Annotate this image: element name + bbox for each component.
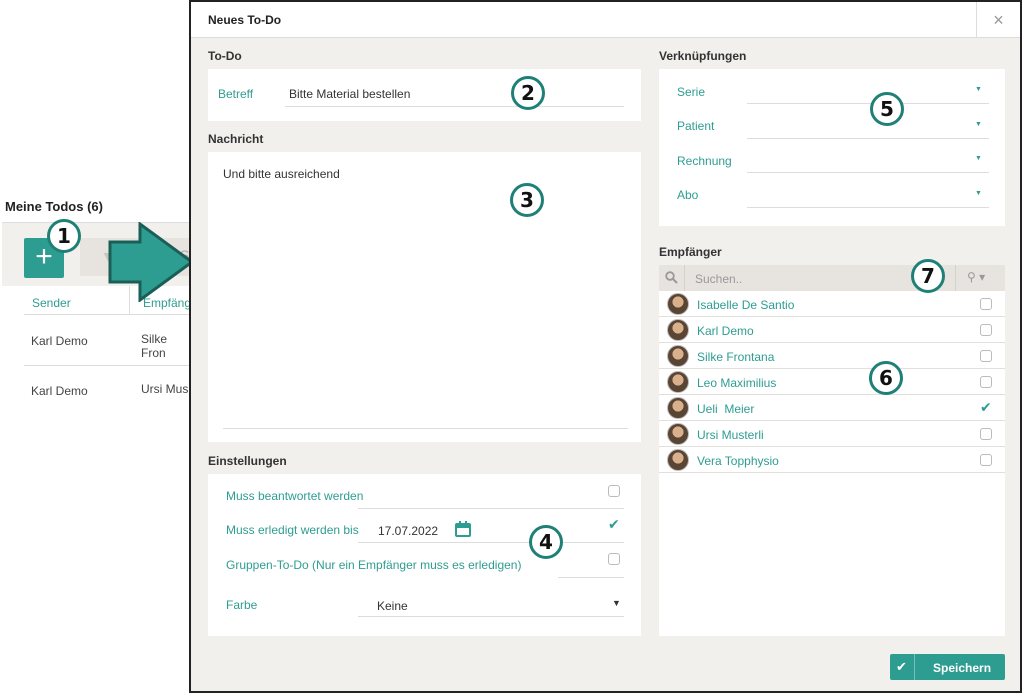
callout-3: 3: [510, 183, 544, 217]
recipient-name: Ursi Musterli: [697, 428, 764, 442]
must-answer-label: Muss beantwortet werden: [226, 489, 364, 503]
recipient-name: Karl Demo: [697, 324, 754, 338]
links-section-label: Verknüpfungen: [659, 49, 747, 63]
links-card: Serie ▼ Patient ▼ Rechnung ▼ Abo ▼: [659, 69, 1005, 226]
save-button[interactable]: ✔ Speichern: [890, 654, 1005, 680]
message-textarea[interactable]: Und bitte ausreichend: [208, 152, 641, 442]
table-row-recipient[interactable]: Ursi Mus: [141, 382, 188, 396]
table-row-recipient[interactable]: Silke Fron: [141, 332, 190, 360]
recipient-name: Silke Frontana: [697, 350, 775, 364]
filter-icon[interactable]: ⚲ ▾: [967, 270, 985, 284]
close-icon[interactable]: ×: [976, 2, 1020, 38]
group-todo-checkbox[interactable]: [608, 553, 620, 565]
recipient-row[interactable]: Ursi Musterli: [659, 421, 1005, 447]
callout-2: 2: [511, 76, 545, 110]
avatar: [667, 397, 689, 419]
recipient-row[interactable]: Isabelle De Santio: [659, 291, 1005, 317]
message-section-label: Nachricht: [208, 132, 264, 146]
settings-card: Muss beantwortet werden Muss erledigt we…: [208, 474, 641, 636]
callout-1: 1: [47, 219, 81, 253]
must-done-checkbox[interactable]: ✔: [608, 517, 620, 531]
due-date-input[interactable]: 17.07.2022: [378, 524, 438, 538]
avatar: [667, 371, 689, 393]
avatar: [667, 293, 689, 315]
check-icon: ✔: [896, 659, 907, 674]
recipient-checkbox[interactable]: [980, 376, 992, 388]
dialog-header: Neues To-Do ×: [191, 2, 1020, 38]
link-abo-label[interactable]: Abo: [677, 188, 698, 202]
recipients-search-input[interactable]: Suchen..: [695, 272, 742, 286]
callout-7: 7: [911, 259, 945, 293]
link-serie-label[interactable]: Serie: [677, 85, 705, 99]
column-header-sender[interactable]: Sender: [32, 296, 71, 310]
chevron-down-icon[interactable]: ▼: [975, 121, 982, 128]
recipient-name: Ueli Meier: [697, 402, 755, 416]
color-label: Farbe: [226, 598, 258, 612]
link-patient-label[interactable]: Patient: [677, 119, 714, 133]
todos-table: Sender Empfäng Karl Demo Silke Fron Karl…: [2, 286, 191, 398]
chevron-down-icon[interactable]: ▼: [975, 86, 982, 93]
avatar: [667, 319, 689, 341]
recipient-row[interactable]: Karl Demo: [659, 317, 1005, 343]
recipient-row[interactable]: Ueli Meier ✔: [659, 395, 1005, 421]
recipient-checkbox[interactable]: [980, 298, 992, 310]
settings-section-label: Einstellungen: [208, 454, 287, 468]
chevron-down-icon[interactable]: ▼: [975, 155, 982, 162]
recipient-row[interactable]: Vera Topphysio: [659, 447, 1005, 473]
message-text: Und bitte ausreichend: [223, 167, 340, 181]
recipient-name: Leo Maximilius: [697, 376, 777, 390]
link-invoice-label[interactable]: Rechnung: [677, 154, 732, 168]
todo-card: Betreff Bitte Material bestellen: [208, 69, 641, 121]
recipient-checkbox[interactable]: [980, 350, 992, 362]
callout-4: 4: [529, 525, 563, 559]
recipient-row[interactable]: Leo Maximilius: [659, 369, 1005, 395]
dialog-title: Neues To-Do: [208, 13, 282, 27]
callout-5: 5: [870, 92, 904, 126]
recipient-name: Vera Topphysio: [697, 454, 779, 468]
subject-input[interactable]: Bitte Material bestellen: [289, 87, 410, 101]
avatar: [667, 449, 689, 471]
recipient-checkbox[interactable]: [980, 454, 992, 466]
chevron-down-icon[interactable]: ▼: [975, 190, 982, 197]
recipient-checkbox[interactable]: [980, 324, 992, 336]
todo-section-label: To-Do: [208, 49, 242, 63]
callout-6: 6: [869, 361, 903, 395]
group-todo-label: Gruppen-To-Do (Nur ein Empfänger muss es…: [226, 558, 522, 572]
search-icon: [665, 271, 678, 284]
color-select[interactable]: Keine: [377, 599, 408, 613]
recipient-row[interactable]: Silke Frontana: [659, 343, 1005, 369]
subject-label: Betreff: [218, 87, 254, 101]
recipients-card: Suchen.. ⚲ ▾ Isabelle De Santio Karl Demo…: [659, 265, 1005, 636]
recipient-name: Isabelle De Santio: [697, 298, 795, 312]
table-row-sender[interactable]: Karl Demo: [31, 334, 88, 348]
recipient-checkbox[interactable]: ✔: [980, 400, 992, 414]
arrow-right-icon: [108, 222, 195, 302]
todos-title: Meine Todos (6): [5, 199, 103, 214]
avatar: [667, 345, 689, 367]
chevron-down-icon[interactable]: ▼: [612, 598, 621, 608]
must-done-label: Muss erledigt werden bis: [226, 523, 359, 537]
recipient-checkbox[interactable]: [980, 428, 992, 440]
avatar: [667, 423, 689, 445]
recipients-section-label: Empfänger: [659, 245, 722, 259]
must-answer-checkbox[interactable]: [608, 485, 620, 497]
table-row-sender[interactable]: Karl Demo: [31, 384, 88, 398]
calendar-icon[interactable]: [455, 521, 471, 537]
